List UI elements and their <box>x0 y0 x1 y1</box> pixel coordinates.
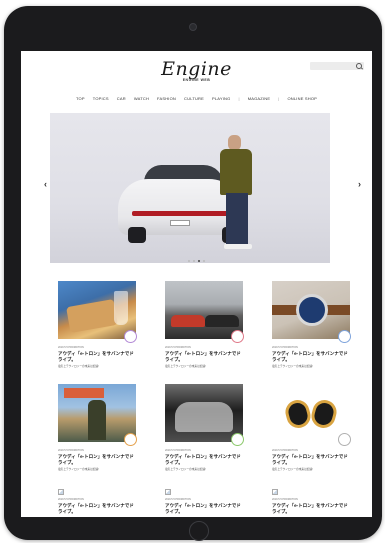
car-plate <box>170 220 190 226</box>
category-badge[interactable] <box>231 330 244 343</box>
carousel-indicators <box>21 260 372 262</box>
article-title[interactable]: アウディ「e-トロン」をサバンナでドライブ。 <box>165 454 243 466</box>
article-title[interactable]: アウディ「e-トロン」をサバンナでドライブ。 <box>165 351 243 363</box>
earbud <box>308 397 340 431</box>
category-badge[interactable] <box>231 433 244 446</box>
article-thumbnail[interactable] <box>58 384 136 442</box>
carousel-dot[interactable] <box>198 260 200 262</box>
article-date: 2019.5.5 PROMOTION <box>58 498 84 501</box>
article-date: 2019.5.5 PROMOTION <box>165 449 191 452</box>
article-grid: 2019.5.5 PROMOTION アウディ「e-トロン」をサバンナでドライブ… <box>58 281 351 517</box>
article-card[interactable]: 2019.5.5 PROMOTION アウディ「e-トロン」をサバンナでドライブ… <box>272 281 351 378</box>
article-subtitle: 電気とテクノロジーの未来は加速! <box>272 468 313 471</box>
article-date: 2019.5.5 PROMOTION <box>58 346 84 349</box>
article-subtitle: 電気とテクノロジーの未来は加速! <box>272 365 313 368</box>
logo-subtext: ENGINE WEB <box>182 78 211 82</box>
car-taillight <box>132 211 236 216</box>
main-nav: TOP TOPICS CAR WATCH FASHION CULTURE PLA… <box>21 96 372 101</box>
person-figure <box>88 400 106 440</box>
article-card[interactable]: 2019.5.5 PROMOTION アウディ「e-トロン」をサバンナでドライブ… <box>165 384 244 481</box>
camera-icon <box>189 23 197 31</box>
article-thumbnail[interactable] <box>272 281 350 339</box>
category-badge[interactable] <box>338 330 351 343</box>
nav-item-fashion[interactable]: FASHION <box>157 96 176 101</box>
article-title[interactable]: アウディ「e-トロン」をサバンナでドライブ。 <box>165 503 243 515</box>
watch-dial <box>296 294 328 326</box>
carousel-dot[interactable] <box>193 260 195 262</box>
category-badge[interactable] <box>124 330 137 343</box>
article-subtitle: 電気とテクノロジーの未来は加速! <box>165 468 206 471</box>
image-placeholder-icon <box>58 489 64 495</box>
article-card[interactable]: 2019.5.5 PROMOTION アウディ「e-トロン」をサバンナでドライブ… <box>58 384 137 481</box>
car-wheel <box>128 227 146 243</box>
article-thumbnail[interactable] <box>165 384 243 442</box>
nav-item-culture[interactable]: CULTURE <box>184 96 204 101</box>
store-sign <box>64 388 104 398</box>
article-thumbnail[interactable] <box>58 281 136 339</box>
article-card[interactable]: 2019.5.5 PROMOTION アウディ「e-トロン」をサバンナでドライブ… <box>58 281 137 378</box>
article-card[interactable]: 2019.5.5 PROMOTION アウディ「e-トロン」をサバンナでドライブ… <box>58 487 136 517</box>
search-icon[interactable] <box>356 63 362 69</box>
article-thumbnail[interactable] <box>165 281 243 339</box>
image-placeholder-icon <box>272 489 278 495</box>
article-subtitle: 電気とテクノロジーの未来は加速! <box>58 468 99 471</box>
article-title[interactable]: アウディ「e-トロン」をサバンナでドライブ。 <box>58 351 136 363</box>
article-thumbnail[interactable] <box>272 384 350 442</box>
red-car <box>171 315 205 327</box>
article-title[interactable]: アウディ「e-トロン」をサバンナでドライブ。 <box>272 351 350 363</box>
article-date: 2019.5.5 PROMOTION <box>272 498 298 501</box>
category-badge[interactable] <box>124 433 137 446</box>
nav-item-magazine[interactable]: MAGAZINE <box>248 96 271 101</box>
article-title[interactable]: アウディ「e-トロン」をサバンナでドライブ。 <box>58 454 136 466</box>
search-input[interactable] <box>310 62 364 70</box>
group-photo <box>175 402 233 432</box>
nav-item-watch[interactable]: WATCH <box>134 96 149 101</box>
drink-glass <box>114 291 128 325</box>
image-placeholder-icon <box>165 489 171 495</box>
nav-item-playing[interactable]: PLAYING <box>212 96 230 101</box>
nav-item-topics[interactable]: TOPICS <box>93 96 109 101</box>
black-car <box>205 315 239 327</box>
article-date: 2019.5.5 PROMOTION <box>272 449 298 452</box>
earbud <box>282 397 314 431</box>
article-date: 2019.5.5 PROMOTION <box>165 346 191 349</box>
article-card[interactable]: 2019.5.5 PROMOTION アウディ「e-トロン」をサバンナでドライブ… <box>165 281 244 378</box>
article-title[interactable]: アウディ「e-トロン」をサバンナでドライブ。 <box>272 454 350 466</box>
home-button[interactable] <box>189 521 209 541</box>
model-sweater <box>220 149 252 195</box>
article-date: 2019.5.5 PROMOTION <box>272 346 298 349</box>
carousel-next-button[interactable]: › <box>358 179 361 189</box>
model-shoes <box>224 244 252 249</box>
hero-carousel-image[interactable] <box>50 113 330 263</box>
nav-item-top[interactable]: TOP <box>76 96 85 101</box>
nav-divider: | <box>278 96 280 101</box>
article-card[interactable]: 2019.5.5 PROMOTION アウディ「e-トロン」をサバンナでドライブ… <box>272 487 350 517</box>
category-badge[interactable] <box>338 433 351 446</box>
food-image <box>66 299 118 333</box>
nav-item-online-shop[interactable]: ONLINE SHOP <box>287 96 317 101</box>
article-card[interactable]: 2019.5.5 PROMOTION アウディ「e-トロン」をサバンナでドライブ… <box>272 384 351 481</box>
nav-item-car[interactable]: CAR <box>117 96 126 101</box>
tablet-frame: Engine ENGINE WEB TOP TOPICS CAR WATCH F… <box>4 6 382 541</box>
article-date: 2019.5.5 PROMOTION <box>165 498 191 501</box>
article-title[interactable]: アウディ「e-トロン」をサバンナでドライブ。 <box>272 503 350 515</box>
browser-screen: Engine ENGINE WEB TOP TOPICS CAR WATCH F… <box>21 51 372 517</box>
article-card[interactable]: 2019.5.5 PROMOTION アウディ「e-トロン」をサバンナでドライブ… <box>165 487 243 517</box>
model-jeans <box>226 193 248 245</box>
carousel-dot[interactable] <box>203 260 205 262</box>
carousel-dot[interactable] <box>188 260 190 262</box>
article-date: 2019.5.5 PROMOTION <box>58 449 84 452</box>
article-subtitle: 電気とテクノロジーの未来は加速! <box>58 365 99 368</box>
nav-divider: | <box>238 96 240 101</box>
article-title[interactable]: アウディ「e-トロン」をサバンナでドライブ。 <box>58 503 136 515</box>
article-subtitle: 電気とテクノロジーの未来は加速! <box>165 365 206 368</box>
carousel-prev-button[interactable]: ‹ <box>44 179 47 189</box>
